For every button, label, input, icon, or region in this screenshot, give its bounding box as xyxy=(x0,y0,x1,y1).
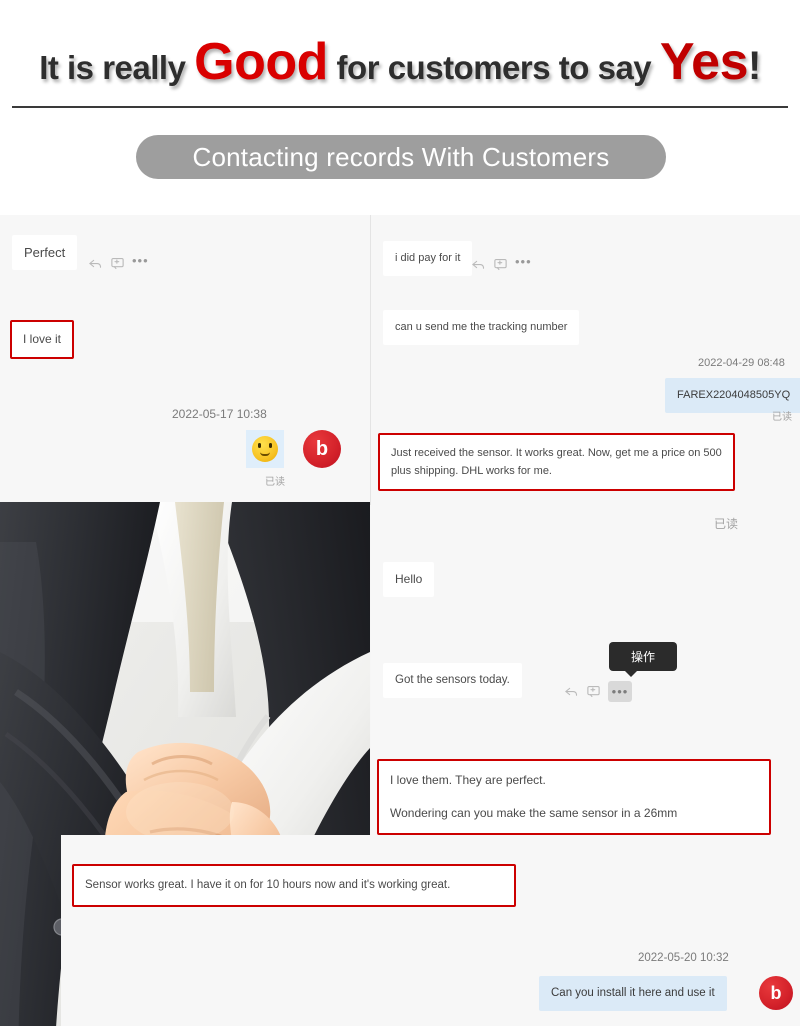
message-text-26mm-sensor: Wondering can you make the same sensor i… xyxy=(390,806,678,820)
forward-message-icon[interactable] xyxy=(110,256,125,271)
message-bubble-i-did-pay: i did pay for it xyxy=(383,241,473,276)
message-bubble-perfect: Perfect xyxy=(12,235,78,270)
smiling-face-emoji xyxy=(246,430,284,468)
reply-arrow-icon[interactable] xyxy=(88,256,103,271)
message-bubble-love-them-group: I love them. They are perfect. Wondering… xyxy=(377,759,771,835)
message-timestamp-left: 2022-05-17 10:38 xyxy=(172,407,267,421)
read-receipt-right-2: 已读 xyxy=(714,517,739,531)
headline-exclamation: ! xyxy=(747,44,761,88)
message-bubble-tracking-request: can u send me the tracking number xyxy=(383,310,580,345)
reply-arrow-icon[interactable] xyxy=(564,684,579,699)
forward-message-icon[interactable] xyxy=(586,684,601,699)
avatar: b xyxy=(303,430,341,468)
more-options-icon[interactable]: ••• xyxy=(608,681,632,702)
message-actions-got-sensors[interactable]: ••• xyxy=(564,681,632,702)
headline-part-2: for customers to say xyxy=(327,49,660,86)
forward-message-icon[interactable] xyxy=(493,257,508,272)
headline-part-1: It is really xyxy=(39,49,195,86)
message-timestamp-bottom: 2022-05-20 10:32 xyxy=(638,952,729,964)
bottom-chat-panel: Sensor works great. I have it on for 10 … xyxy=(61,835,800,1026)
headline-word-good: Good xyxy=(194,33,328,91)
promo-page: It is really Good for customers to say Y… xyxy=(0,0,800,1026)
section-subtitle-pill: Contacting records With Customers xyxy=(136,135,666,179)
message-bubble-hello: Hello xyxy=(383,562,435,597)
read-receipt-left: 已读 xyxy=(265,477,285,488)
headline-word-yes: Yes xyxy=(659,33,749,91)
action-tooltip: 操作 xyxy=(609,642,678,677)
more-options-icon[interactable]: ••• xyxy=(515,255,532,272)
message-bubble-got-sensors: Got the sensors today. xyxy=(383,663,522,698)
left-chat-panel: Perfect ••• I love it 2022-05-17 10:38 b… xyxy=(0,215,370,505)
reply-arrow-icon[interactable] xyxy=(471,257,486,272)
message-timestamp-right: 2022-04-29 08:48 xyxy=(698,357,785,369)
message-bubble-received-sensor: Just received the sensor. It works great… xyxy=(378,433,735,491)
page-header: It is really Good for customers to say Y… xyxy=(0,0,800,120)
page-title: It is really Good for customers to say Y… xyxy=(0,36,800,94)
message-text-love-them: I love them. They are perfect. xyxy=(390,773,546,787)
section-subtitle-label: Contacting records With Customers xyxy=(192,141,610,172)
message-bubble-install-here: Can you install it here and use it xyxy=(539,976,727,1011)
message-actions-right[interactable]: ••• xyxy=(471,255,532,272)
avatar: b xyxy=(759,976,793,1010)
message-actions-left[interactable]: ••• xyxy=(88,254,149,271)
message-bubble-sensor-works-great: Sensor works great. I have it on for 10 … xyxy=(72,864,516,907)
message-bubble-i-love-it: I love it xyxy=(10,320,75,359)
read-receipt-right-1: 已读 xyxy=(772,412,792,423)
chat-screenshots-area: Perfect ••• I love it 2022-05-17 10:38 b… xyxy=(0,215,800,1026)
more-options-icon[interactable]: ••• xyxy=(132,254,149,271)
header-divider xyxy=(12,106,788,108)
